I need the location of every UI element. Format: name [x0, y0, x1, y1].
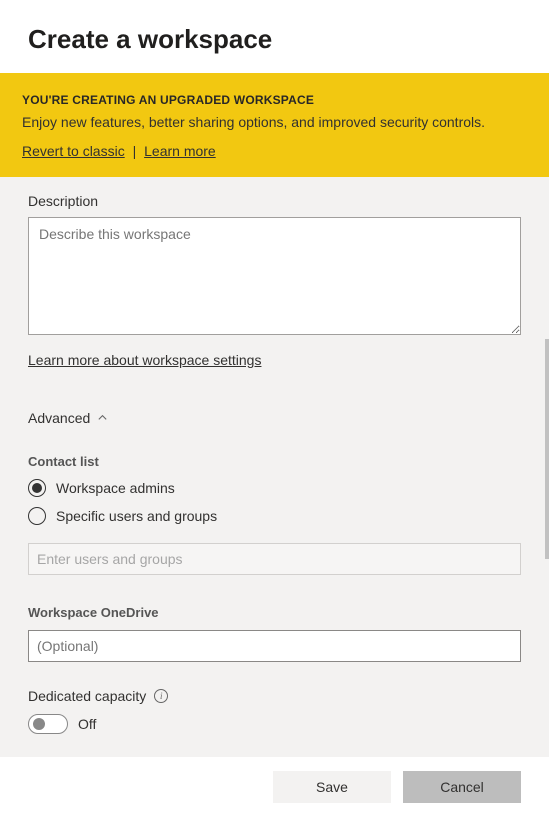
save-button[interactable]: Save: [273, 771, 391, 803]
radio-specific-users[interactable]: Specific users and groups: [28, 507, 521, 525]
users-groups-input[interactable]: [28, 543, 521, 575]
chevron-up-icon: [96, 412, 108, 424]
contact-list-label: Contact list: [28, 454, 521, 469]
onedrive-input[interactable]: [28, 630, 521, 662]
banner-text: Enjoy new features, better sharing optio…: [22, 113, 527, 133]
footer-actions: Save Cancel: [0, 757, 549, 817]
banner-heading: YOU'RE CREATING AN UPGRADED WORKSPACE: [22, 93, 527, 107]
dedicated-capacity-label: Dedicated capacity: [28, 688, 146, 704]
info-icon[interactable]: i: [154, 689, 168, 703]
toggle-thumb-icon: [33, 718, 45, 730]
scrollbar[interactable]: [545, 339, 549, 559]
radio-admins-label: Workspace admins: [56, 480, 175, 496]
advanced-toggle[interactable]: Advanced: [28, 410, 521, 426]
cancel-button[interactable]: Cancel: [403, 771, 521, 803]
learn-more-link[interactable]: Learn more: [144, 143, 216, 159]
radio-selected-icon: [28, 479, 46, 497]
advanced-label: Advanced: [28, 410, 90, 426]
radio-specific-label: Specific users and groups: [56, 508, 217, 524]
capacity-toggle[interactable]: [28, 714, 68, 734]
link-separator: |: [133, 143, 137, 159]
page-title: Create a workspace: [28, 24, 521, 55]
radio-workspace-admins[interactable]: Workspace admins: [28, 479, 521, 497]
onedrive-label: Workspace OneDrive: [28, 605, 521, 620]
upgrade-banner: YOU'RE CREATING AN UPGRADED WORKSPACE En…: [0, 73, 549, 177]
workspace-settings-link[interactable]: Learn more about workspace settings: [28, 352, 261, 368]
description-textarea[interactable]: [28, 217, 521, 335]
radio-unselected-icon: [28, 507, 46, 525]
description-label: Description: [28, 193, 521, 209]
revert-to-classic-link[interactable]: Revert to classic: [22, 143, 125, 159]
capacity-toggle-state: Off: [78, 716, 96, 732]
